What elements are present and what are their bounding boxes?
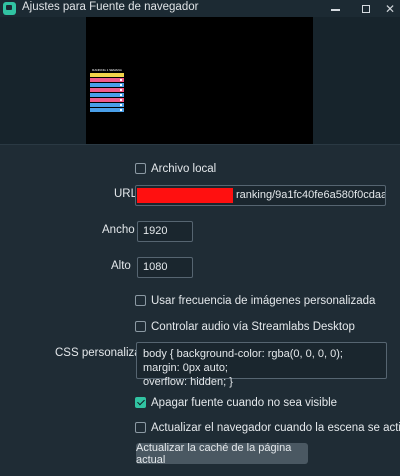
control-audio-label: Controlar audio vía Streamlabs Desktop	[151, 321, 355, 333]
title-bar: Ajustes para Fuente de navegador ✕	[0, 0, 400, 17]
custom-css-textarea[interactable]: body { background-color: rgba(0, 0, 0, 0…	[136, 342, 387, 388]
control-audio-checkbox[interactable]	[135, 321, 146, 332]
window-title: Ajustes para Fuente de navegador	[22, 1, 199, 13]
preview-ranking-rows	[90, 78, 124, 112]
shutdown-when-hidden-label: Apagar fuente cuando no sea visible	[151, 397, 338, 409]
url-input[interactable]: ranking/9a1fc40fe6a580f0cdaa1bf5e	[135, 185, 386, 206]
shutdown-when-hidden-checkbox[interactable]	[135, 397, 146, 408]
maximize-button[interactable]	[355, 0, 377, 17]
source-preview-canvas: RANKING 1 SEMANA	[86, 17, 313, 144]
streamlabs-app-icon	[3, 2, 16, 15]
preview-ranking-title: RANKING 1 SEMANA	[92, 68, 122, 72]
source-preview-area: RANKING 1 SEMANA	[0, 17, 400, 144]
custom-fps-label: Usar frecuencia de imágenes personalizad…	[151, 295, 376, 307]
preview-ranking-row	[90, 88, 124, 92]
minimize-icon	[330, 9, 340, 11]
width-label: Ancho	[102, 224, 135, 236]
preview-ranking-row	[90, 83, 124, 87]
preview-ranking-row	[90, 103, 124, 107]
close-icon: ✕	[384, 1, 396, 16]
url-redaction	[137, 188, 233, 203]
url-value: ranking/9a1fc40fe6a580f0cdaa1bf5e	[236, 189, 386, 201]
maximize-icon	[362, 4, 370, 13]
preview-divider	[0, 144, 400, 145]
refresh-cache-button[interactable]: Actualizar la caché de la página actual	[136, 442, 308, 466]
width-input[interactable]: 1920	[137, 221, 193, 242]
preview-ranking-header	[90, 73, 124, 77]
refresh-on-active-checkbox[interactable]	[135, 422, 146, 433]
minimize-button[interactable]	[324, 0, 346, 17]
preview-ranking-widget: RANKING 1 SEMANA	[90, 68, 124, 112]
custom-fps-checkbox[interactable]	[135, 295, 146, 306]
preview-ranking-row	[90, 93, 124, 97]
local-file-checkbox[interactable]	[135, 163, 146, 174]
url-label: URL	[114, 188, 138, 200]
preview-ranking-row	[90, 78, 124, 82]
preview-ranking-row	[90, 108, 124, 112]
close-button[interactable]: ✕	[379, 0, 400, 17]
height-label: Alto	[111, 260, 131, 272]
height-input[interactable]: 1080	[137, 257, 193, 278]
refresh-on-active-label: Actualizar el navegador cuando la escena…	[151, 422, 400, 434]
local-file-label: Archivo local	[151, 163, 217, 175]
preview-ranking-row	[90, 98, 124, 102]
